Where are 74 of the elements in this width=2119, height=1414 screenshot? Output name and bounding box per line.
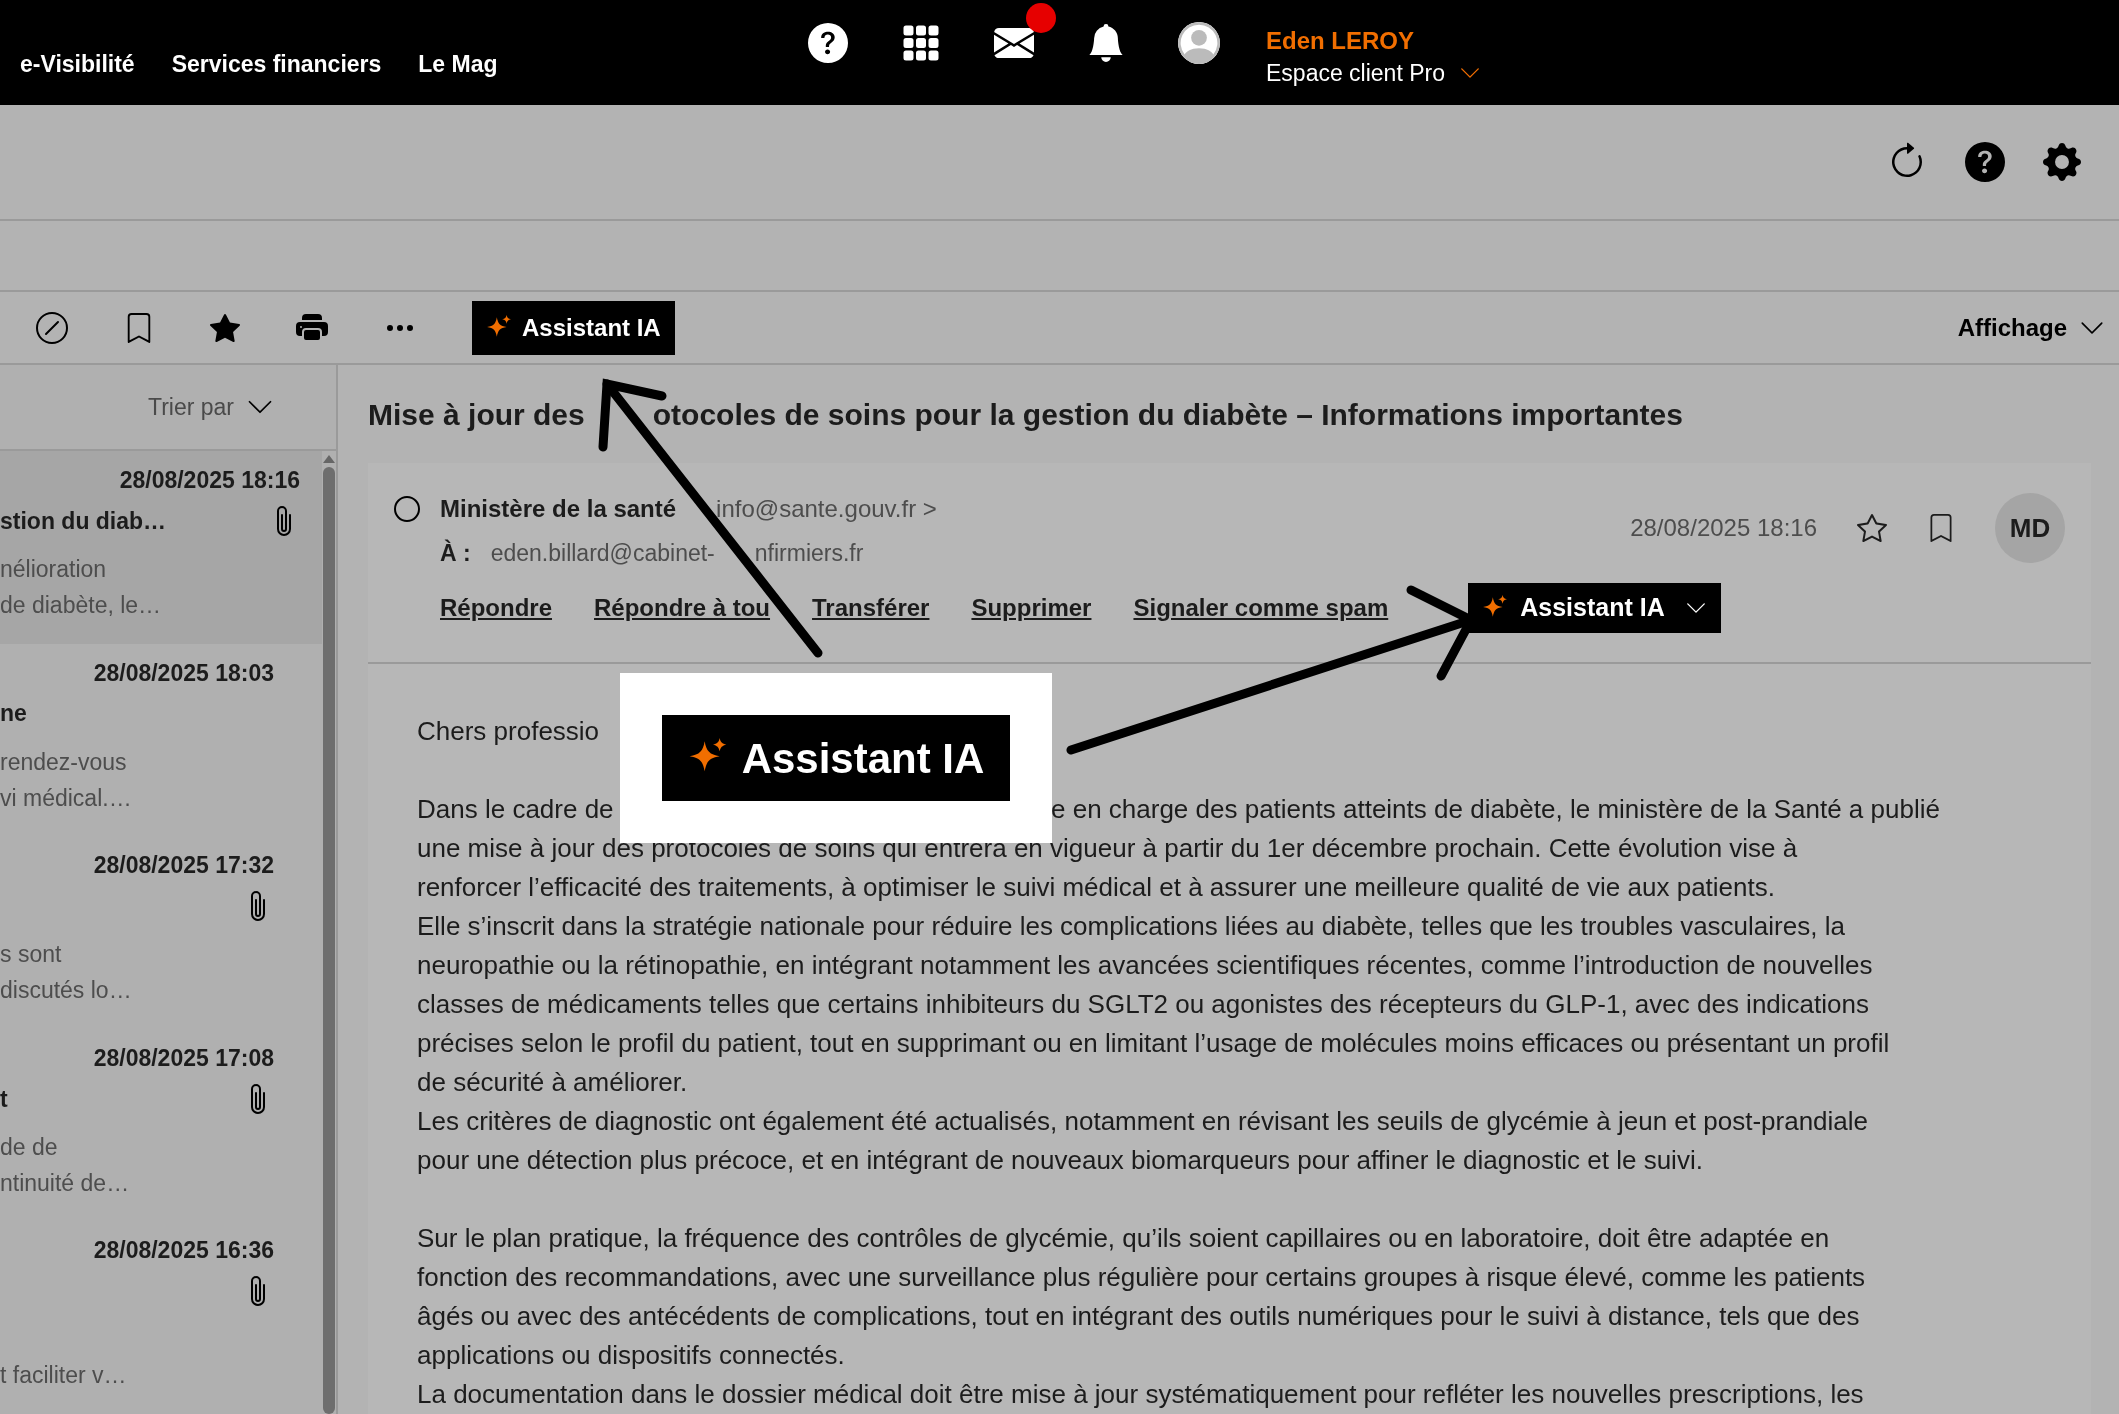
- bookmark-icon[interactable]: [1927, 513, 1955, 543]
- message-preview: s sont: [0, 940, 63, 970]
- nav-link[interactable]: Services financiers: [171, 47, 382, 82]
- nav-link[interactable]: e-Visibilité: [20, 47, 135, 82]
- message-date: 28/08/2025 16:36: [93, 1236, 274, 1266]
- body-text: applications ou dispositifs connectés.: [417, 1339, 846, 1372]
- body-text: renforcer l’efficacité des traitements, à optimiser le suivi médical et à assurer une meilleure qualité de vie aux patients.: [417, 871, 1776, 904]
- action-link[interactable]: Répondre: [440, 590, 552, 626]
- block-icon[interactable]: [36, 311, 68, 344]
- body-text: de sécurité à améliorer.: [417, 1066, 689, 1099]
- message-subject: ne: [0, 699, 27, 729]
- body-text: Chers professio: [417, 715, 601, 748]
- message-preview: t faciliter v…: [0, 1361, 128, 1391]
- account-label[interactable]: Espace client Pro: [1266, 56, 1445, 89]
- nav-link[interactable]: Le Mag: [418, 47, 498, 82]
- body-text: Elle s’inscrit dans la stratégie nationale pour réduire les complications liées au diabète, telles que les troubles vasculaires, la: [417, 910, 1846, 943]
- message-preview: de diabète, le…: [0, 591, 163, 620]
- message-date: 28/08/2025 18:03: [93, 658, 274, 688]
- email-date: 28/08/2025 18:16: [1630, 513, 1817, 543]
- message-date: 28/08/2025 17:32: [93, 851, 274, 881]
- action-link[interactable]: Supprimer: [971, 590, 1092, 626]
- body-text: Dans le cadre de: [417, 793, 615, 826]
- assistant-button[interactable]: Assistant IA: [662, 715, 1010, 801]
- settings-icon[interactable]: [2043, 143, 2081, 181]
- message-item[interactable]: 28/08/2025 18:16 stion du diab… nélioration de diabète, le…: [0, 451, 322, 644]
- scrollbar-thumb[interactable]: [323, 467, 335, 1414]
- recipient-email: nfirmiers.fr: [754, 538, 864, 568]
- help-icon[interactable]: [808, 22, 848, 63]
- to-label: À :: [440, 538, 471, 568]
- message-item[interactable]: 28/08/2025 17:08 t de de ntinuité de…: [0, 1028, 322, 1222]
- message-date: 28/08/2025 18:16: [119, 466, 300, 495]
- body-text: pour une détection plus précoce, et en intégrant de nouveaux biomarqueurs pour affiner le diagnostic et le suivi.: [417, 1144, 1704, 1177]
- select-radio[interactable]: [394, 496, 420, 522]
- view-menu[interactable]: Affichage: [1957, 309, 2105, 346]
- body-text: Les critères de diagnostic ont également été actualisés, notamment en révisant les seuils de glycémie à jeun et post-prandiale: [417, 1105, 1870, 1138]
- sender-name: Ministère de la santé: [440, 494, 677, 524]
- action-link[interactable]: Répondre à tou: [594, 590, 771, 626]
- star-icon[interactable]: [1857, 513, 1887, 543]
- message-preview: rendez-vous: [0, 747, 128, 777]
- message-preview: nélioration: [0, 555, 108, 584]
- help-icon[interactable]: [1965, 142, 2005, 182]
- message-item[interactable]: 28/08/2025 18:03 ne rendez-vous vi médical.…: [0, 643, 322, 837]
- email-subject: Mise à jour des: [368, 396, 585, 433]
- message-preview: discutés lo…: [0, 976, 133, 1006]
- email-subject: otocoles de soins pour la gestion du diabète – Informations importantes: [652, 396, 1683, 433]
- body-text: classes de médicaments telles que certains inhibiteurs du SGLT2 ou agonistes des récepteurs du GLP-1, avec des indications: [417, 988, 1870, 1021]
- message-preview: vi médical.…: [0, 783, 133, 813]
- assistant-dropdown[interactable]: Assistant IA: [1468, 583, 1721, 633]
- action-link[interactable]: Transférer: [812, 590, 930, 626]
- assistant-button[interactable]: Assistant IA: [472, 300, 675, 355]
- message-date: 28/08/2025 17:08: [93, 1043, 274, 1073]
- body-text: précises selon le profil du patient, tout en supprimant ou en limitant l’usage de molécules moins efficaces ou présentant un profil: [417, 1027, 1891, 1060]
- body-text: e en charge des patients atteints de diabète, le ministère de la Santé a publié: [1051, 793, 1940, 826]
- avatar-icon[interactable]: [1178, 21, 1220, 64]
- body-text: fonction des recommandations, avec une surveillance plus régulière pour certains groupes à risque élevé, comme les patients: [417, 1261, 1867, 1294]
- bell-icon[interactable]: [1087, 23, 1125, 62]
- message-item[interactable]: 28/08/2025 17:32 s sont discutés lo…: [0, 836, 322, 1029]
- scroll-up-icon[interactable]: [323, 455, 335, 463]
- body-text: La documentation dans le dossier médical doit être mise à jour systématiquement pour refléter les nouvelles prescriptions, les: [417, 1378, 1865, 1411]
- sort-label[interactable]: Trier par: [147, 389, 234, 425]
- body-text: neuropathie ou la rétinopathie, en intégrant notamment les avancées scientifiques récentes, comme l’introduction de nouvelles: [417, 949, 1874, 982]
- message-subject: t: [0, 1084, 8, 1114]
- recipient-email: eden.billard@cabinet-: [490, 538, 715, 568]
- sender-email: info@sante.gouv.fr >: [716, 494, 937, 524]
- sender-avatar: MD: [1995, 493, 2065, 563]
- message-preview: de de: [0, 1132, 59, 1162]
- body-text: âgés ou avec des antécédents de complications, tout en intégrant des outils numériques pour le suivi à distance, tels que des: [417, 1300, 1861, 1333]
- star-icon[interactable]: [210, 312, 240, 343]
- message-item[interactable]: 28/08/2025 16:36 t faciliter v…: [0, 1221, 322, 1414]
- body-text: Sur le plan pratique, la fréquence des contrôles de glycémie, qu’ils soient capillaires ou en laboratoire, doit être adaptée en: [417, 1222, 1831, 1255]
- user-name: Eden LEROY: [1266, 25, 1416, 56]
- message-subject: stion du diab…: [0, 506, 167, 536]
- action-link[interactable]: Signaler comme spam: [1133, 590, 1389, 626]
- message-preview: ntinuité de…: [0, 1168, 131, 1198]
